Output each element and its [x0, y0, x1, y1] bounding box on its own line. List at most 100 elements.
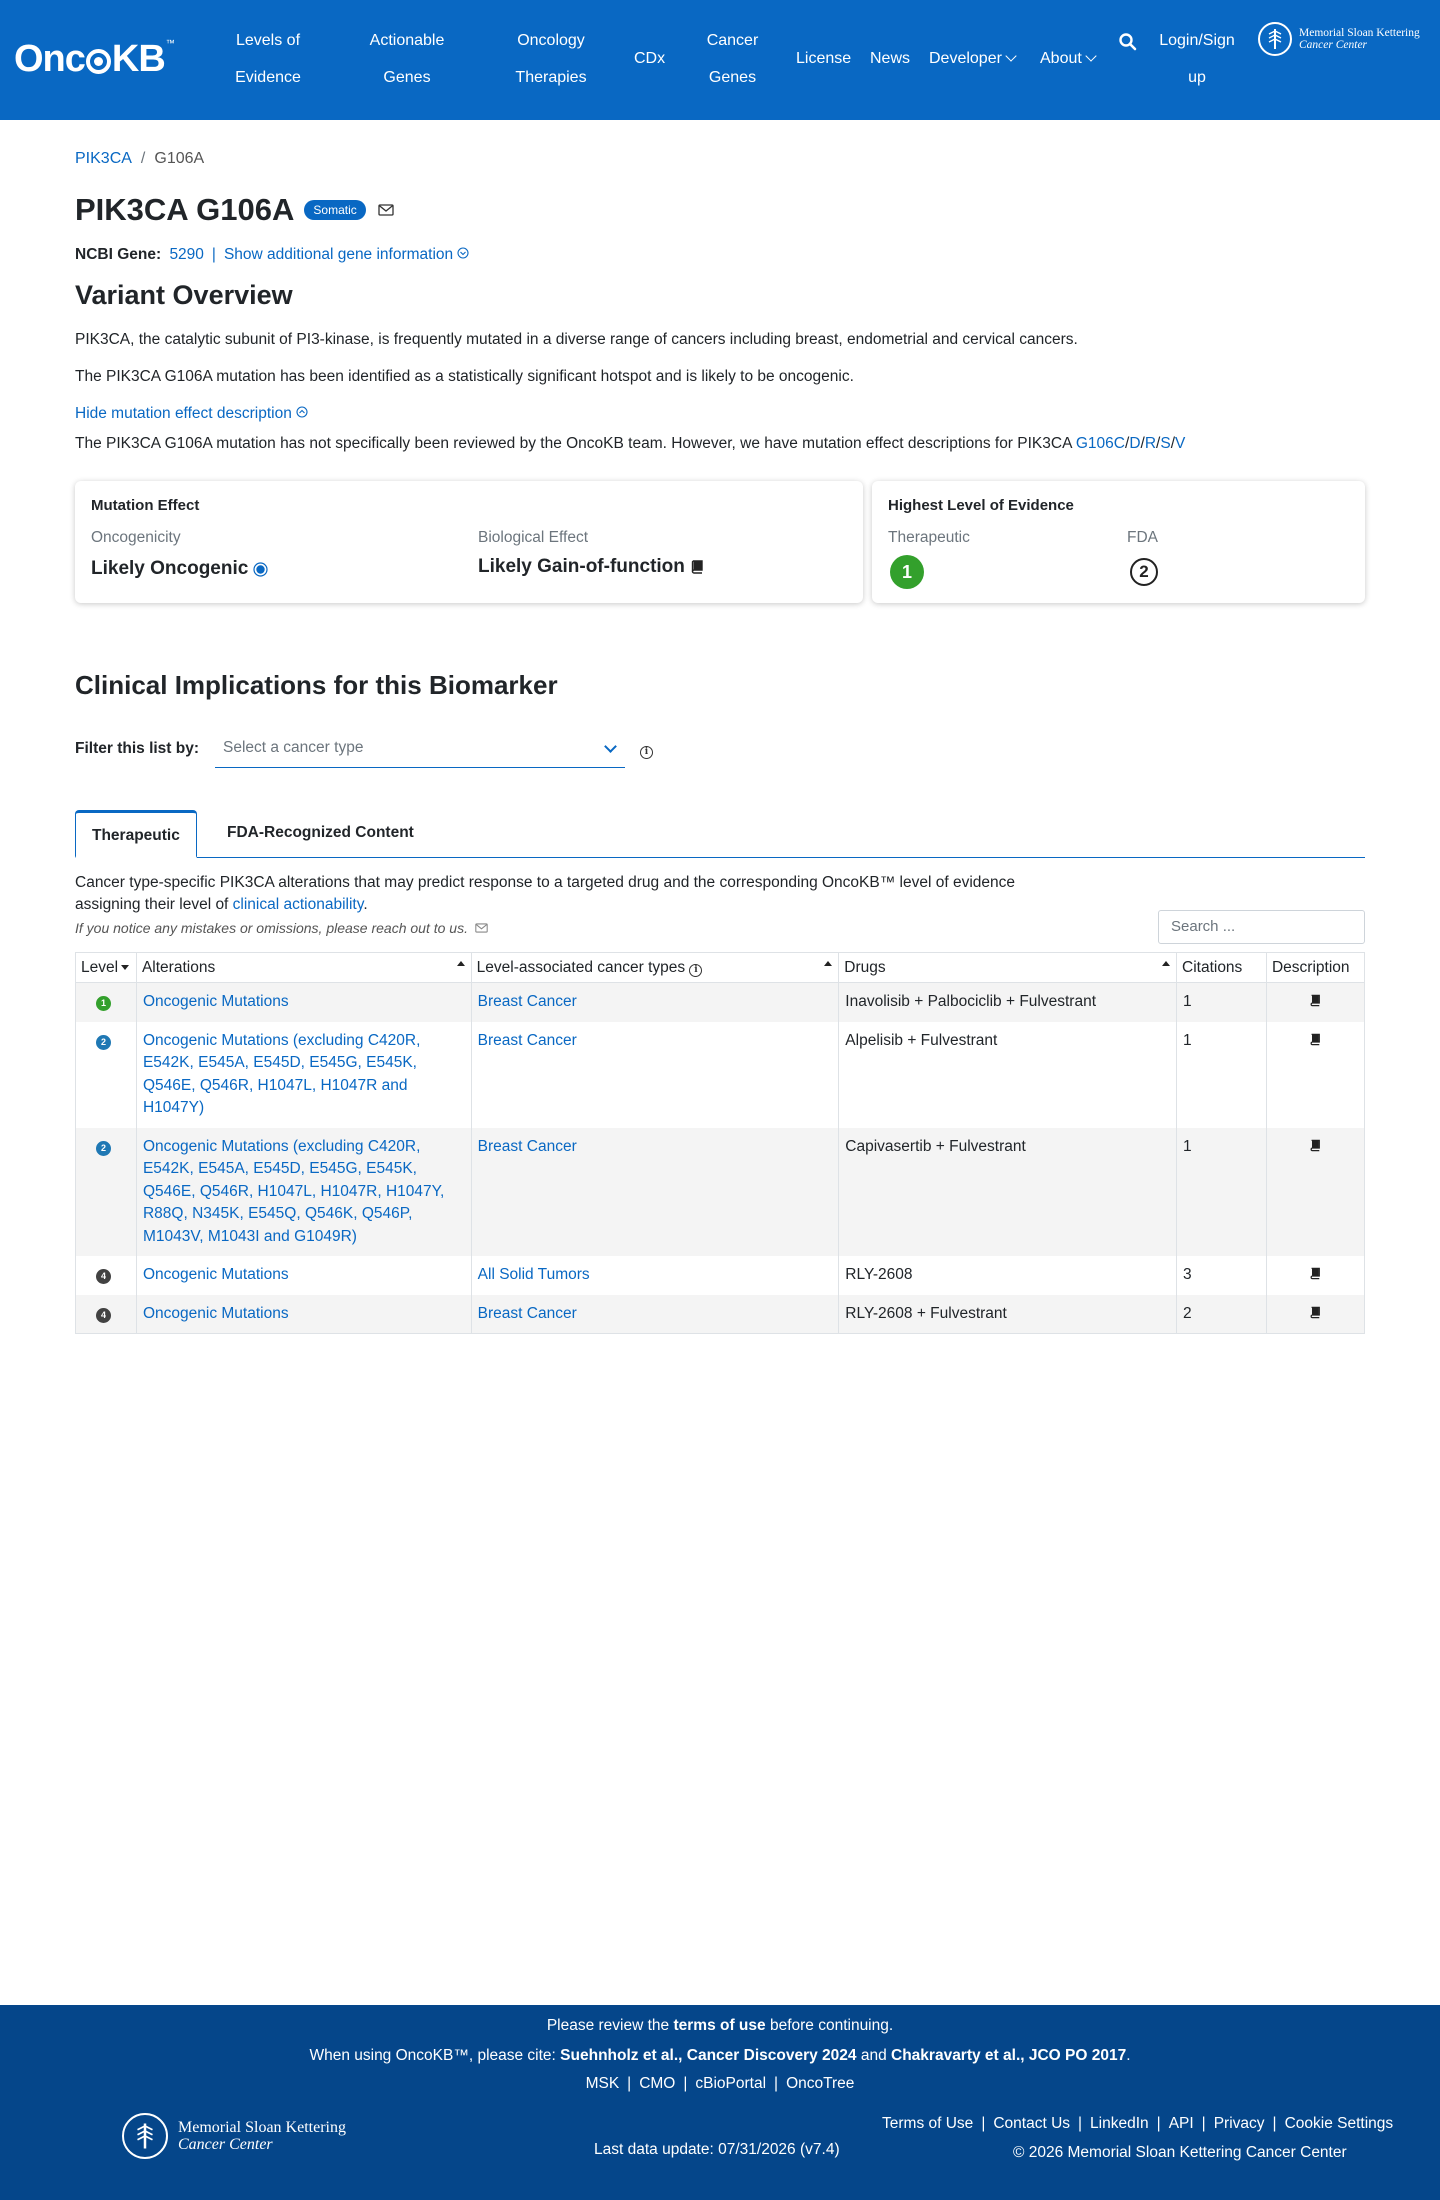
ncbi-gene-label: NCBI Gene:	[75, 246, 162, 263]
alteration-link[interactable]: Oncogenic Mutations (excluding C420R, E5…	[143, 1032, 420, 1117]
variant-link-r[interactable]: R	[1145, 435, 1156, 452]
book-icon[interactable]	[1309, 1306, 1321, 1319]
col-label: Alterations	[141, 958, 216, 976]
info-icon[interactable]: i	[640, 746, 653, 759]
cancer-type-link[interactable]: Breast Cancer	[478, 993, 577, 1010]
footer-link-terms[interactable]: Terms of Use	[882, 2115, 973, 2132]
nav-label: CDx	[634, 50, 666, 67]
citations-cell[interactable]: 3	[1176, 1256, 1267, 1295]
drugs-cell: Inavolisib + Palbociclib + Fulvestrant	[838, 982, 1177, 1022]
citations-cell[interactable]: 1	[1176, 1127, 1267, 1256]
nav-oncology-therapies[interactable]: Oncology Therapies	[506, 22, 596, 96]
mail-icon[interactable]	[378, 204, 394, 216]
alteration-link[interactable]: Oncogenic Mutations	[143, 1305, 289, 1322]
alteration-link[interactable]: Oncogenic Mutations	[143, 1266, 289, 1283]
variant-link-v[interactable]: V	[1175, 435, 1185, 452]
last-data-update: Last data update: 07/31/2026 (v7.4)	[594, 2141, 840, 2158]
footer-link-msk[interactable]: MSK	[586, 2075, 620, 2092]
col-description: Description	[1265, 952, 1366, 983]
therapeutic-description: Cancer type-specific PIK3CA alterations …	[75, 872, 1115, 916]
msk-wordmark: Memorial Sloan Kettering Cancer Center	[1299, 27, 1420, 51]
cancer-type-cell: Breast Cancer	[470, 1294, 840, 1334]
citations-cell[interactable]: 1	[1176, 1021, 1267, 1128]
footer-link-cbioportal[interactable]: cBioPortal	[695, 2075, 766, 2092]
book-icon[interactable]	[1309, 1139, 1321, 1152]
footer-link-privacy[interactable]: Privacy	[1214, 2115, 1265, 2132]
therapeutic-level-badge[interactable]: 1	[890, 555, 924, 589]
book-icon[interactable]	[1309, 1267, 1321, 1280]
nav-cdx[interactable]: CDx	[634, 40, 665, 77]
col-level[interactable]: Level	[75, 952, 137, 983]
info-icon[interactable]: i	[689, 963, 703, 977]
level-badge[interactable]: 1	[96, 996, 111, 1011]
book-icon[interactable]	[690, 560, 704, 574]
table-search-input[interactable]: Search ...	[1158, 910, 1365, 944]
login-signup-link[interactable]: Login/Sign up	[1153, 22, 1241, 96]
book-icon[interactable]	[1309, 1033, 1321, 1046]
level-badge[interactable]: 2	[96, 1034, 111, 1050]
nav-actionable-genes[interactable]: Actionable Genes	[362, 22, 452, 96]
cancer-type-link[interactable]: Breast Cancer	[478, 1305, 577, 1322]
footer-link-cmo[interactable]: CMO	[639, 2075, 675, 2092]
level-badge[interactable]: 2	[96, 1140, 111, 1156]
nav-news[interactable]: News	[870, 40, 910, 77]
footer-link-cookie-settings[interactable]: Cookie Settings	[1285, 2115, 1394, 2132]
col-label: Description	[1271, 958, 1350, 976]
msk-line: Memorial Sloan Kettering	[1299, 27, 1420, 39]
clinical-actionability-link[interactable]: clinical actionability	[233, 896, 364, 913]
notice-text: If you notice any mistakes or omissions,…	[75, 920, 488, 936]
brand-o-icon	[85, 49, 111, 74]
search-icon[interactable]	[1118, 32, 1138, 52]
nav-cancer-genes[interactable]: Cancer Genes	[700, 22, 765, 96]
breadcrumb-gene-link[interactable]: PIK3CA	[75, 150, 132, 167]
footer-link-api[interactable]: API	[1169, 2115, 1194, 2132]
chevron-down-icon	[604, 740, 617, 753]
level-cell: 2	[75, 1127, 137, 1256]
footer-msk-logo[interactable]: Memorial Sloan Kettering Cancer Center	[122, 2113, 346, 2159]
citations-cell[interactable]: 2	[1176, 1294, 1267, 1334]
cancer-type-select[interactable]: Select a cancer type	[215, 730, 625, 768]
description-cell	[1265, 1127, 1366, 1256]
mail-icon[interactable]	[475, 923, 488, 933]
citation-link-1[interactable]: Suehnholz et al., Cancer Discovery 2024	[560, 2047, 856, 2064]
citations-cell[interactable]: 1	[1176, 982, 1267, 1022]
footer-link-linkedin[interactable]: LinkedIn	[1090, 2115, 1149, 2132]
book-icon[interactable]	[1309, 994, 1321, 1007]
nav-about[interactable]: About	[1040, 40, 1097, 77]
col-alterations[interactable]: Alterations	[135, 952, 472, 983]
footer-link-contact[interactable]: Contact Us	[993, 2115, 1070, 2132]
hide-mutation-effect-link[interactable]: Hide mutation effect description	[75, 405, 308, 423]
ncbi-gene-link[interactable]: 5290	[169, 246, 203, 263]
nav-label: License	[796, 50, 852, 67]
msk-logo[interactable]: Memorial Sloan Kettering Cancer Center	[1258, 22, 1420, 56]
nav-license[interactable]: License	[796, 40, 851, 77]
cancer-type-link[interactable]: Breast Cancer	[478, 1138, 577, 1155]
mutation-effect-title: Mutation Effect	[91, 497, 200, 514]
variant-link-g106c[interactable]: G106C	[1076, 435, 1125, 452]
footer-separator: |	[1078, 2115, 1083, 2132]
fda-level-badge[interactable]: 2	[1130, 558, 1158, 586]
footer-link-oncotree[interactable]: OncoTree	[786, 2075, 854, 2092]
terms-of-use-link[interactable]: terms of use	[673, 2017, 765, 2034]
level-badge[interactable]: 4	[96, 1269, 111, 1284]
alteration-link[interactable]: Oncogenic Mutations (excluding C420R, E5…	[143, 1138, 444, 1245]
col-citations[interactable]: Citations	[1176, 952, 1267, 983]
tab-fda-recognized-content[interactable]: FDA-Recognized Content	[211, 810, 430, 858]
variant-link-d[interactable]: D	[1129, 435, 1140, 452]
col-drugs[interactable]: Drugs	[838, 952, 1177, 983]
oncokb-logo[interactable]: Onc KB ™	[14, 38, 175, 81]
nav-levels-of-evidence[interactable]: Levels of Evidence	[228, 22, 308, 96]
footer-partner-links: MSK | CMO | cBioPortal | OncoTree	[0, 2075, 1440, 2093]
nav-developer[interactable]: Developer	[929, 40, 1017, 77]
citation-link-2[interactable]: Chakravarty et al., JCO PO 2017	[891, 2047, 1126, 2064]
variant-link-s[interactable]: S	[1160, 435, 1170, 452]
tab-therapeutic[interactable]: Therapeutic	[75, 810, 197, 858]
overview-gene-summary: PIK3CA, the catalytic subunit of PI3-kin…	[75, 331, 1078, 348]
page-footer: Please review the terms of use before co…	[0, 2005, 1440, 2200]
col-cancer-types[interactable]: Level-associated cancer types i	[470, 952, 840, 983]
level-badge[interactable]: 4	[96, 1307, 111, 1323]
cancer-type-link[interactable]: Breast Cancer	[478, 1032, 577, 1049]
cancer-type-link[interactable]: All Solid Tumors	[478, 1266, 590, 1283]
alteration-link[interactable]: Oncogenic Mutations	[143, 993, 289, 1010]
show-gene-info-link[interactable]: Show additional gene information	[224, 246, 470, 263]
